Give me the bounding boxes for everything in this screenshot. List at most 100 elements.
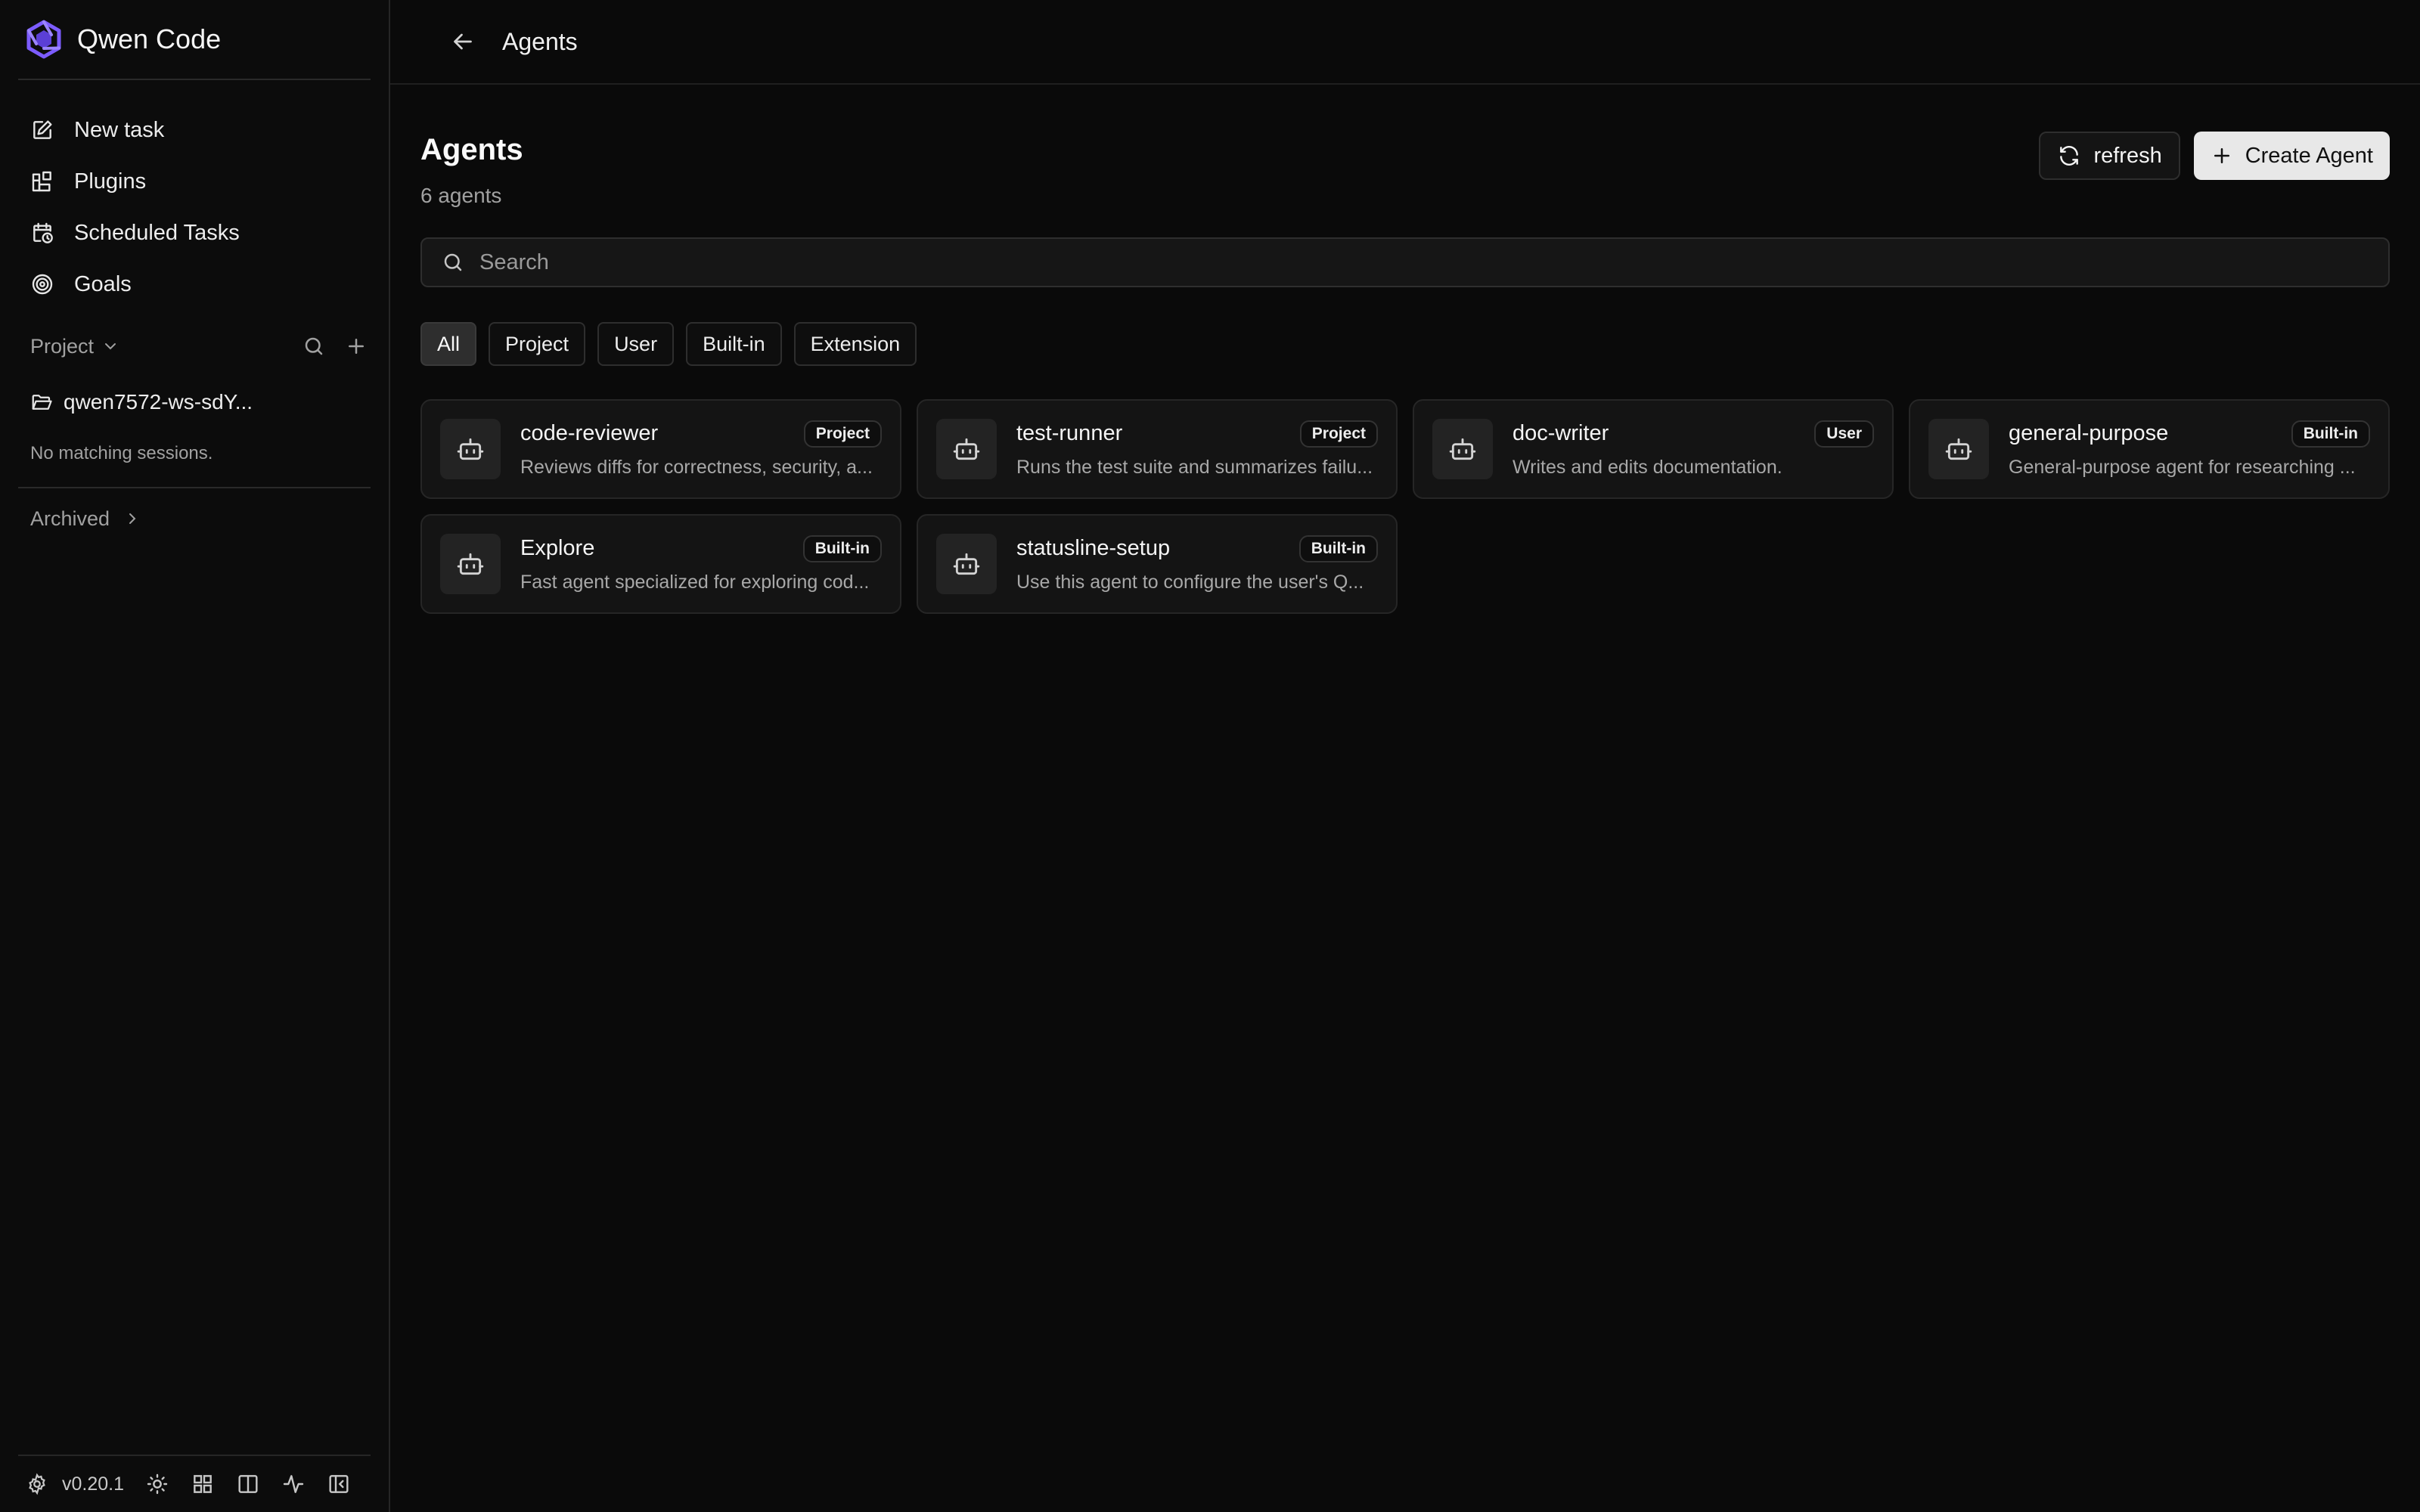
bot-icon <box>457 553 484 575</box>
agent-description: Reviews diffs for correctness, security,… <box>520 456 873 478</box>
filter-project[interactable]: Project <box>489 322 586 366</box>
agent-name: Explore <box>520 536 595 560</box>
agent-avatar <box>1432 419 1493 479</box>
grid-icon[interactable] <box>191 1472 215 1496</box>
agent-source-badge: User <box>1814 420 1874 448</box>
top-bar: Agents <box>390 0 2420 85</box>
filter-all[interactable]: All <box>420 322 477 366</box>
agent-description: Runs the test suite and summarizes failu… <box>1016 456 1373 478</box>
sidebar-footer: v0.20.1 <box>18 1455 371 1512</box>
calendar-clock-icon <box>33 222 53 243</box>
sidebar-nav: New task Plugins Scheduled Tasks Goals <box>0 80 389 310</box>
archived-label: Archived <box>30 507 110 530</box>
sidebar-item-plugins[interactable]: Plugins <box>0 156 389 207</box>
agent-source-badge: Project <box>803 420 882 448</box>
plugins-icon <box>32 171 51 192</box>
page-header: Agents 6 agents refresh Create Agent <box>420 122 2390 236</box>
sidebar-item-label: New task <box>74 117 165 142</box>
bot-icon <box>1945 438 1972 460</box>
agent-description: Writes and edits documentation. <box>1512 456 1782 478</box>
sun-icon[interactable] <box>145 1472 169 1496</box>
agent-description: Use this agent to configure the user's Q… <box>1016 571 1364 593</box>
agent-avatar <box>440 419 501 479</box>
create-agent-label: Create Agent <box>2245 143 2373 168</box>
agent-source-badge: Project <box>1299 420 1378 448</box>
agent-count: 6 agents <box>420 184 502 207</box>
sidebar-item-goals[interactable]: Goals <box>0 259 389 310</box>
back-arrow-icon[interactable] <box>449 28 476 55</box>
search-icon[interactable] <box>302 335 325 358</box>
sidebar: Qwen Code New task Plugins Scheduled Tas… <box>0 0 390 1512</box>
qwen-logo-icon <box>26 20 61 59</box>
bot-icon <box>953 438 980 460</box>
filter-user[interactable]: User <box>597 322 675 366</box>
project-dropdown[interactable]: Project <box>30 335 119 358</box>
create-agent-button[interactable]: Create Agent <box>2193 132 2390 180</box>
project-folder-label: qwen7572-ws-sdY... <box>64 390 253 414</box>
target-icon <box>32 274 53 295</box>
folder-open-icon <box>32 395 52 410</box>
app-window: Qwen Code New task Plugins Scheduled Tas… <box>0 0 2420 1512</box>
refresh-icon <box>2060 146 2079 166</box>
agent-avatar <box>936 534 997 594</box>
bot-icon <box>457 438 484 460</box>
footer-toolbar <box>145 1472 351 1496</box>
filter-built-in[interactable]: Built-in <box>686 322 782 366</box>
agent-source-badge: Built-in <box>2291 420 2370 448</box>
agent-card-test-runner[interactable]: test-runner Project Runs the test suite … <box>917 399 1398 499</box>
refresh-label: refresh <box>2093 143 2162 168</box>
agent-description: Fast agent specialized for exploring cod… <box>520 571 870 593</box>
refresh-button[interactable]: refresh <box>2039 132 2180 180</box>
sidebar-item-scheduled-tasks[interactable]: Scheduled Tasks <box>0 207 389 259</box>
archived-toggle[interactable]: Archived <box>0 488 389 549</box>
agent-avatar <box>1928 419 1989 479</box>
main-panel: Agents Agents 6 agents refresh Create Ag… <box>390 0 2420 1512</box>
sidebar-item-label: Scheduled Tasks <box>74 220 240 245</box>
agent-avatar <box>936 419 997 479</box>
split-view-icon[interactable] <box>236 1472 260 1496</box>
project-label: Project <box>30 334 95 358</box>
sidebar-item-label: Plugins <box>74 169 147 194</box>
agent-avatar <box>440 534 501 594</box>
brand-name: Qwen Code <box>77 23 222 54</box>
agent-name: code-reviewer <box>520 421 659 445</box>
agent-card-explore[interactable]: Explore Built-in Fast agent specialized … <box>420 514 901 614</box>
agent-name: statusline-setup <box>1016 536 1171 560</box>
agent-name: general-purpose <box>2009 421 2169 445</box>
version-label: v0.20.1 <box>62 1473 125 1495</box>
activity-icon[interactable] <box>281 1472 306 1496</box>
agent-name: doc-writer <box>1512 421 1609 445</box>
agent-card-general-purpose[interactable]: general-purpose Built-in General-purpose… <box>1909 399 2390 499</box>
empty-sessions-note: No matching sessions. <box>30 443 213 463</box>
search-box <box>420 237 2390 287</box>
plus-icon <box>2214 148 2229 163</box>
gear-icon[interactable] <box>26 1473 48 1495</box>
edit-icon <box>33 120 52 139</box>
agents-content: Agents 6 agents refresh Create Agent Sea… <box>390 85 2420 614</box>
agent-description: General-purpose agent for researching ..… <box>2009 456 2356 478</box>
breadcrumb: Agents <box>502 27 578 55</box>
chevron-right-icon <box>129 513 136 524</box>
project-actions <box>302 335 368 358</box>
agent-card-code-reviewer[interactable]: code-reviewer Project Reviews diffs for … <box>420 399 901 499</box>
plus-icon[interactable] <box>345 335 368 358</box>
agent-card-statusline-setup[interactable]: statusline-setup Built-in Use this agent… <box>917 514 1398 614</box>
brand[interactable]: Qwen Code <box>0 0 389 79</box>
sidebar-item-label: Goals <box>74 271 132 296</box>
agent-card-doc-writer[interactable]: doc-writer User Writes and edits documen… <box>1413 399 1894 499</box>
agent-grid: code-reviewer Project Reviews diffs for … <box>420 399 2390 614</box>
page-title: Agents <box>420 133 523 166</box>
bot-icon <box>1449 438 1476 460</box>
project-folder-item[interactable]: qwen7572-ws-sdY... <box>0 376 389 428</box>
filter-tabs: All Project User Built-in Extension <box>420 322 2390 366</box>
agent-name: test-runner <box>1016 421 1123 445</box>
agent-source-badge: Built-in <box>1298 534 1378 562</box>
filter-extension[interactable]: Extension <box>793 322 917 366</box>
project-section-header: Project <box>0 321 389 372</box>
search-input[interactable] <box>479 249 2388 275</box>
search-icon <box>444 253 462 271</box>
sidebar-item-new-task[interactable]: New task <box>0 104 389 156</box>
collapse-sidebar-icon[interactable] <box>327 1472 351 1496</box>
header-actions: refresh Create Agent <box>2039 132 2390 180</box>
chevron-down-icon <box>105 343 116 350</box>
